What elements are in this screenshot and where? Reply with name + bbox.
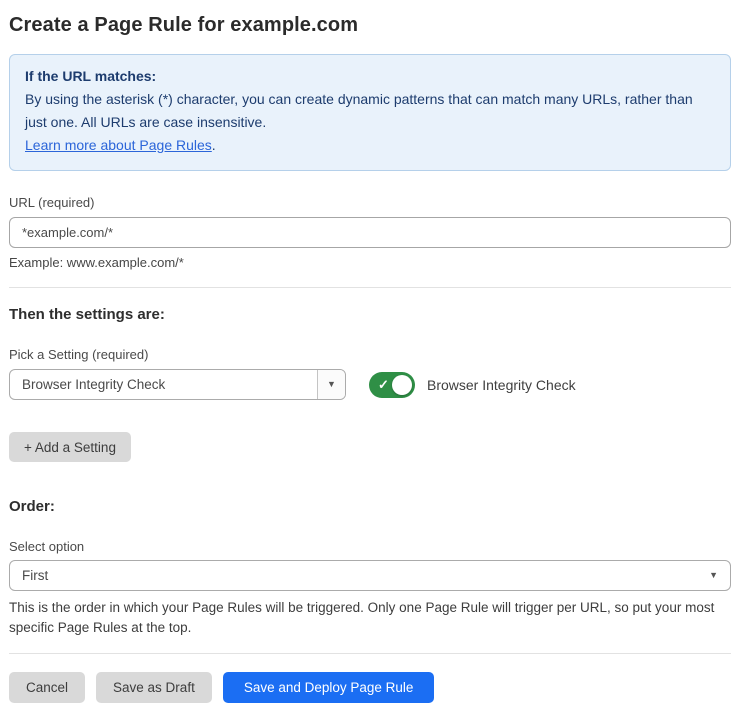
- toggle-label: Browser Integrity Check: [427, 377, 576, 393]
- cancel-button[interactable]: Cancel: [9, 672, 85, 703]
- settings-section-heading: Then the settings are:: [9, 306, 731, 323]
- setting-select-value: Browser Integrity Check: [22, 370, 165, 399]
- chevron-down-icon: ▼: [709, 571, 718, 580]
- divider: [9, 287, 731, 288]
- save-and-deploy-button[interactable]: Save and Deploy Page Rule: [223, 672, 435, 703]
- order-help-text: This is the order in which your Page Rul…: [9, 598, 731, 638]
- page-title: Create a Page Rule for example.com: [9, 13, 731, 37]
- form-actions: Cancel Save as Draft Save and Deploy Pag…: [9, 672, 731, 703]
- setting-select[interactable]: Browser Integrity Check ▼: [9, 369, 346, 400]
- browser-integrity-toggle[interactable]: ✓: [369, 372, 415, 398]
- order-section-heading: Order:: [9, 498, 731, 515]
- check-icon: ✓: [378, 377, 389, 393]
- setting-picker-label: Pick a Setting (required): [9, 347, 731, 362]
- page-rule-form: Create a Page Rule for example.com If th…: [0, 0, 750, 703]
- info-box-link-line: Learn more about Page Rules.: [25, 134, 715, 157]
- learn-more-link[interactable]: Learn more about Page Rules: [25, 137, 212, 153]
- save-as-draft-button[interactable]: Save as Draft: [96, 672, 212, 703]
- order-select-caret: ▼: [709, 561, 718, 590]
- url-match-info-box: If the URL matches: By using the asteris…: [9, 54, 731, 171]
- link-suffix: .: [212, 137, 216, 153]
- add-setting-button[interactable]: + Add a Setting: [9, 432, 131, 462]
- order-select-value: First: [22, 561, 48, 590]
- info-box-body: By using the asterisk (*) character, you…: [25, 88, 715, 134]
- toggle-knob: [392, 375, 412, 395]
- divider: [9, 653, 731, 654]
- url-example-text: Example: www.example.com/*: [9, 255, 731, 270]
- chevron-down-icon: ▼: [327, 380, 336, 389]
- url-input[interactable]: [9, 217, 731, 248]
- url-field-label: URL (required): [9, 195, 731, 210]
- setting-row: Browser Integrity Check ▼ ✓ Browser Inte…: [9, 369, 731, 400]
- order-select-label: Select option: [9, 539, 731, 554]
- setting-toggle-group: ✓ Browser Integrity Check: [369, 372, 576, 398]
- info-box-heading: If the URL matches:: [25, 65, 715, 88]
- order-select[interactable]: First ▼: [9, 560, 731, 591]
- setting-select-arrow-button[interactable]: ▼: [317, 370, 345, 399]
